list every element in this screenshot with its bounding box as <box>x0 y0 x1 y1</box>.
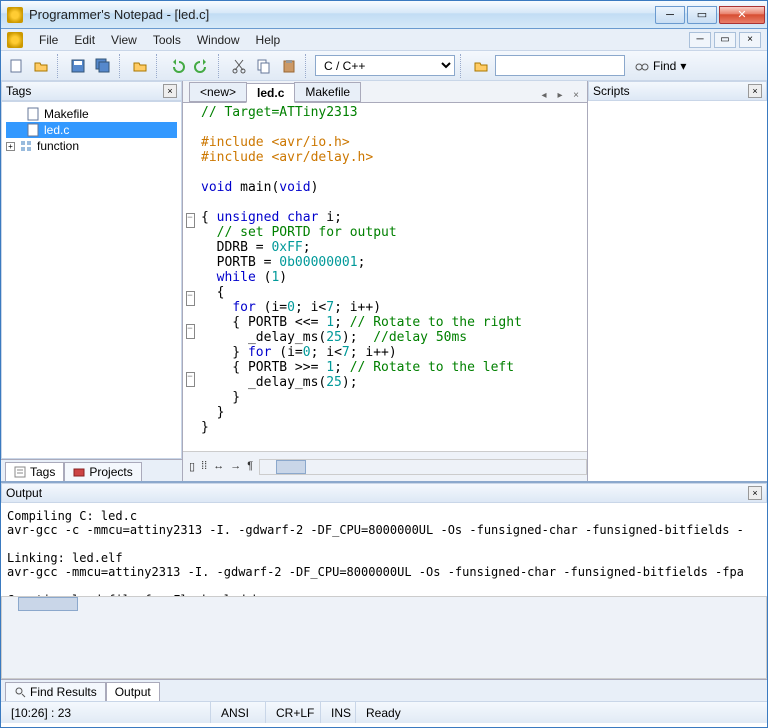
language-select[interactable]: C / C++ <box>315 55 455 76</box>
pilcrow-icon[interactable]: → <box>230 460 241 473</box>
copy-button[interactable] <box>253 55 275 77</box>
fold-toggle[interactable]: − <box>186 372 195 387</box>
tab-close-button[interactable]: × <box>569 88 583 102</box>
projects-icon <box>73 466 85 478</box>
output-panel-title: Output <box>6 486 42 500</box>
cut-button[interactable] <box>228 55 250 77</box>
tags-panel: Tags × Makefile led.c + function Tags Proje… <box>1 81 183 481</box>
mdi-minimize-button[interactable]: ─ <box>689 32 711 48</box>
menu-tools[interactable]: Tools <box>145 31 189 49</box>
tree-item[interactable]: Makefile <box>6 106 177 122</box>
tab-projects[interactable]: Projects <box>64 462 141 481</box>
tab-prev-button[interactable]: ◂ <box>537 88 551 102</box>
status-message: Ready <box>356 702 767 723</box>
chevron-down-icon: ▾ <box>680 59 686 73</box>
fold-toggle[interactable]: − <box>186 213 195 228</box>
maximize-button[interactable]: ▭ <box>687 6 717 24</box>
whitespace-icon[interactable]: ⁞⁞ <box>201 460 207 473</box>
output-hscrollbar[interactable] <box>1 596 767 679</box>
redo-button[interactable] <box>191 55 213 77</box>
mdi-restore-button[interactable]: ▭ <box>714 32 736 48</box>
app-icon <box>7 7 23 23</box>
tree-item-label: function <box>37 139 79 153</box>
group-icon <box>19 139 33 153</box>
menu-view[interactable]: View <box>103 31 145 49</box>
save-all-button[interactable] <box>92 55 114 77</box>
tab-next-button[interactable]: ▸ <box>553 88 567 102</box>
scripts-panel-close-button[interactable]: × <box>748 84 762 98</box>
scripts-panel-title: Scripts <box>593 84 630 98</box>
editor-area: <new> led.c Makefile ◂ ▸ × − − − − // Ta… <box>183 81 587 481</box>
menu-file[interactable]: File <box>31 31 66 49</box>
status-eol: CR+LF <box>266 702 321 723</box>
scheme-button[interactable] <box>470 55 492 77</box>
scripts-panel: Scripts × <box>587 81 767 481</box>
status-position: [10:26] : 23 <box>1 702 211 723</box>
tags-panel-close-button[interactable]: × <box>163 84 177 98</box>
mdi-close-button[interactable]: × <box>739 32 761 48</box>
menu-help[interactable]: Help <box>248 31 289 49</box>
tab-tags[interactable]: Tags <box>5 462 64 481</box>
tags-tree[interactable]: Makefile led.c + function <box>1 101 182 459</box>
app-menu-icon[interactable] <box>7 32 23 48</box>
tree-item[interactable]: + function <box>6 138 177 154</box>
tab-find-results[interactable]: Find Results <box>5 682 106 701</box>
menubar: File Edit View Tools Window Help ─ ▭ × <box>1 29 767 51</box>
eol-icon[interactable]: ¶ <box>247 460 253 473</box>
fold-toggle[interactable]: − <box>186 291 195 306</box>
close-button[interactable]: ✕ <box>719 6 765 24</box>
toolbar: C / C++ Find ▾ <box>1 51 767 81</box>
editor-hscrollbar[interactable] <box>259 459 587 475</box>
code-editor[interactable]: − − − − // Target=ATTiny2313 #include <a… <box>183 103 587 451</box>
expand-icon[interactable]: + <box>6 142 15 151</box>
statusbar: [10:26] : 23 ANSI CR+LF INS Ready <box>1 701 767 723</box>
file-icon <box>26 123 40 137</box>
wrap-icon[interactable]: ↔ <box>213 460 224 473</box>
file-icon <box>26 107 40 121</box>
status-encoding: ANSI <box>211 702 266 723</box>
doc-tab-new[interactable]: <new> <box>189 82 247 102</box>
tree-item[interactable]: led.c <box>6 122 177 138</box>
tree-item-label: Makefile <box>44 107 89 121</box>
paste-button[interactable] <box>278 55 300 77</box>
output-panel-close-button[interactable]: × <box>748 486 762 500</box>
undo-button[interactable] <box>166 55 188 77</box>
binoculars-icon <box>635 59 649 73</box>
menu-edit[interactable]: Edit <box>66 31 103 49</box>
output-panel: Output × Compiling C: led.c avr-gcc -c -… <box>1 481 767 701</box>
doc-tab-makefile[interactable]: Makefile <box>294 82 361 102</box>
window-title: Programmer's Notepad - [led.c] <box>29 7 655 22</box>
tree-item-label: led.c <box>44 123 69 137</box>
menu-window[interactable]: Window <box>189 31 248 49</box>
editor-status-icons: ▯ ⁞⁞ ↔ → ¶ <box>183 460 259 473</box>
list-icon <box>14 466 26 478</box>
find-button[interactable]: Find ▾ <box>628 56 693 76</box>
tab-output[interactable]: Output <box>106 682 160 701</box>
doc-tab-current[interactable]: led.c <box>246 83 295 103</box>
status-insert-mode: INS <box>321 702 356 723</box>
search-icon <box>14 686 26 698</box>
minimize-button[interactable]: ─ <box>655 6 685 24</box>
tags-panel-title: Tags <box>6 84 31 98</box>
find-input[interactable] <box>495 55 625 76</box>
new-file-button[interactable] <box>5 55 27 77</box>
open-folder-button[interactable] <box>129 55 151 77</box>
output-text[interactable]: Compiling C: led.c avr-gcc -c -mmcu=atti… <box>1 503 767 596</box>
titlebar: Programmer's Notepad - [led.c] ─ ▭ ✕ <box>1 1 767 29</box>
open-file-button[interactable] <box>30 55 52 77</box>
bookmark-icon[interactable]: ▯ <box>189 460 195 473</box>
save-button[interactable] <box>67 55 89 77</box>
fold-toggle[interactable]: − <box>186 324 195 339</box>
